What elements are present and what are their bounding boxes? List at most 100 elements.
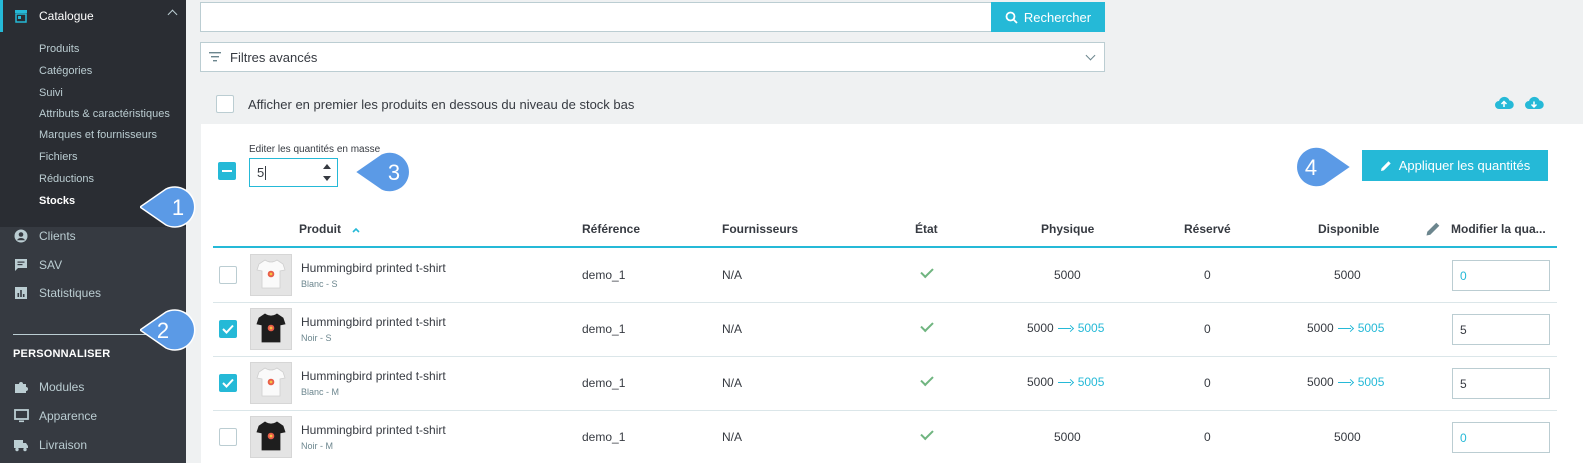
sidebar-item-label: Apparence (39, 409, 98, 423)
available-cell: 5000 (1334, 268, 1361, 282)
product-name[interactable]: Hummingbird printed t-shirt (301, 423, 446, 437)
sidebar-item-livraison[interactable]: Livraison (13, 438, 87, 452)
cloud-upload-icon[interactable] (1494, 95, 1514, 111)
product-name[interactable]: Hummingbird printed t-shirt (301, 369, 446, 383)
reserved-cell: 0 (1204, 322, 1211, 336)
product-thumbnail[interactable] (250, 416, 292, 458)
sidebar-subitem[interactable]: Marques et fournisseurs (39, 129, 157, 141)
sidebar-subitem[interactable]: Suivi (39, 87, 63, 99)
column-header-reserved[interactable]: Réservé (1184, 222, 1231, 236)
select-all-checkbox[interactable] (218, 162, 236, 180)
search-button-label: Rechercher (1023, 9, 1092, 25)
arrow-right-icon (1337, 378, 1354, 386)
low-stock-option: Afficher en premier les produits en dess… (216, 95, 634, 113)
sidebar-item-modules[interactable]: Modules (13, 380, 84, 394)
tshirt-icon (256, 312, 286, 347)
row-checkbox[interactable] (219, 428, 237, 446)
physical-cell: 5000 5005 (1027, 321, 1104, 335)
reserved-cell: 0 (1204, 376, 1211, 390)
row-divider (213, 356, 1557, 357)
decrement-icon[interactable] (323, 176, 331, 181)
bulk-quantity-input[interactable]: 5 (249, 158, 338, 187)
product-thumbnail[interactable] (250, 362, 292, 404)
physical-cell: 5000 5005 (1027, 375, 1104, 389)
sidebar-subitem[interactable]: Stocks (39, 195, 75, 207)
quantity-input[interactable]: 0 (1452, 422, 1550, 453)
sidebar-subitem[interactable]: Attributs & caractéristiques (39, 108, 170, 120)
product-thumbnail[interactable] (250, 254, 292, 296)
sidebar-section-heading: PERSONNALISER (13, 348, 111, 360)
reserved-cell: 0 (1204, 268, 1211, 282)
apply-quantities-button[interactable]: Appliquer les quantités (1362, 150, 1548, 181)
arrow-right-icon (1057, 378, 1074, 386)
product-variant: Blanc - M (301, 387, 340, 397)
callout-number: 2 (157, 318, 169, 343)
quantity-value: 5 (1460, 322, 1467, 337)
supplier-cell: N/A (722, 322, 743, 336)
checkmark-icon (222, 324, 234, 334)
quantity-value: 0 (1460, 268, 1467, 283)
available-cell: 5000 5005 (1307, 375, 1384, 389)
advanced-filters[interactable]: Filtres avancés (200, 42, 1105, 72)
column-header-product[interactable]: Produit (299, 222, 360, 236)
arrow-right-icon (1057, 324, 1074, 332)
low-stock-checkbox[interactable] (216, 95, 234, 113)
apply-quantities-label: Appliquer les quantités (1398, 158, 1531, 173)
row-checkbox[interactable] (219, 266, 237, 284)
filter-icon (209, 52, 221, 62)
supplier-cell: N/A (722, 376, 743, 390)
search-input[interactable] (200, 2, 992, 32)
column-header-reference[interactable]: Référence (582, 222, 640, 236)
quantity-value: 0 (1460, 430, 1467, 445)
callout-number: 1 (172, 195, 184, 220)
checkmark-icon (222, 378, 234, 388)
sidebar-subitem[interactable]: Fichiers (39, 151, 78, 163)
product-variant: Noir - S (301, 333, 332, 343)
bulk-quantity-value: 5 (257, 165, 265, 180)
row-checkbox[interactable] (219, 320, 237, 338)
available-new: 5005 (1357, 321, 1385, 335)
column-header-suppliers[interactable]: Fournisseurs (722, 222, 798, 236)
callout-3: 3 (355, 151, 411, 193)
available-old: 5000 (1307, 375, 1334, 389)
row-divider (213, 410, 1557, 411)
increment-icon[interactable] (323, 164, 331, 169)
monitor-icon (13, 409, 29, 423)
truck-icon (13, 438, 29, 452)
search-button[interactable]: Rechercher (991, 2, 1105, 32)
sidebar-item-label: Statistiques (39, 286, 102, 300)
quantity-input[interactable]: 0 (1452, 260, 1550, 291)
column-header-modify-quantity[interactable]: Modifier la qua... (1451, 222, 1546, 236)
sidebar-item-label: Livraison (39, 438, 88, 452)
sort-up-icon[interactable] (352, 227, 360, 233)
column-header-state[interactable]: État (915, 222, 938, 236)
indeterminate-dash-icon (222, 170, 232, 172)
sidebar-item-apparence[interactable]: Apparence (13, 409, 97, 423)
physical-cell: 5000 (1054, 430, 1081, 444)
physical-new: 5005 (1077, 375, 1105, 389)
sidebar-item-sav[interactable]: SAV (13, 258, 62, 272)
chevron-up-icon[interactable] (167, 9, 178, 20)
reference-cell: demo_1 (582, 430, 626, 444)
reference-cell: demo_1 (582, 376, 626, 390)
sidebar-subitem[interactable]: Réductions (39, 173, 94, 185)
row-checkbox[interactable] (219, 374, 237, 392)
column-header-available[interactable]: Disponible (1318, 222, 1379, 236)
quantity-input[interactable]: 5 (1452, 314, 1550, 345)
available-cell: 5000 (1334, 430, 1361, 444)
sidebar-subitem[interactable]: Produits (39, 43, 79, 55)
sidebar-subitem[interactable]: Catégories (39, 65, 92, 77)
product-name[interactable]: Hummingbird printed t-shirt (301, 315, 446, 329)
product-thumbnail[interactable] (250, 308, 292, 350)
sidebar-item-statistiques[interactable]: Statistiques (13, 286, 101, 300)
sidebar-item-clients[interactable]: Clients (13, 229, 76, 243)
callout-2: 2 (140, 309, 196, 351)
physical-cell: 5000 (1054, 268, 1081, 282)
tshirt-icon (256, 366, 286, 401)
quantity-input[interactable]: 5 (1452, 368, 1550, 399)
physical-old: 5000 (1027, 321, 1054, 335)
cloud-download-icon[interactable] (1524, 95, 1544, 111)
sidebar-item-catalogue[interactable]: Catalogue (0, 0, 186, 32)
column-header-physical[interactable]: Physique (1041, 222, 1094, 236)
product-name[interactable]: Hummingbird printed t-shirt (301, 261, 446, 275)
